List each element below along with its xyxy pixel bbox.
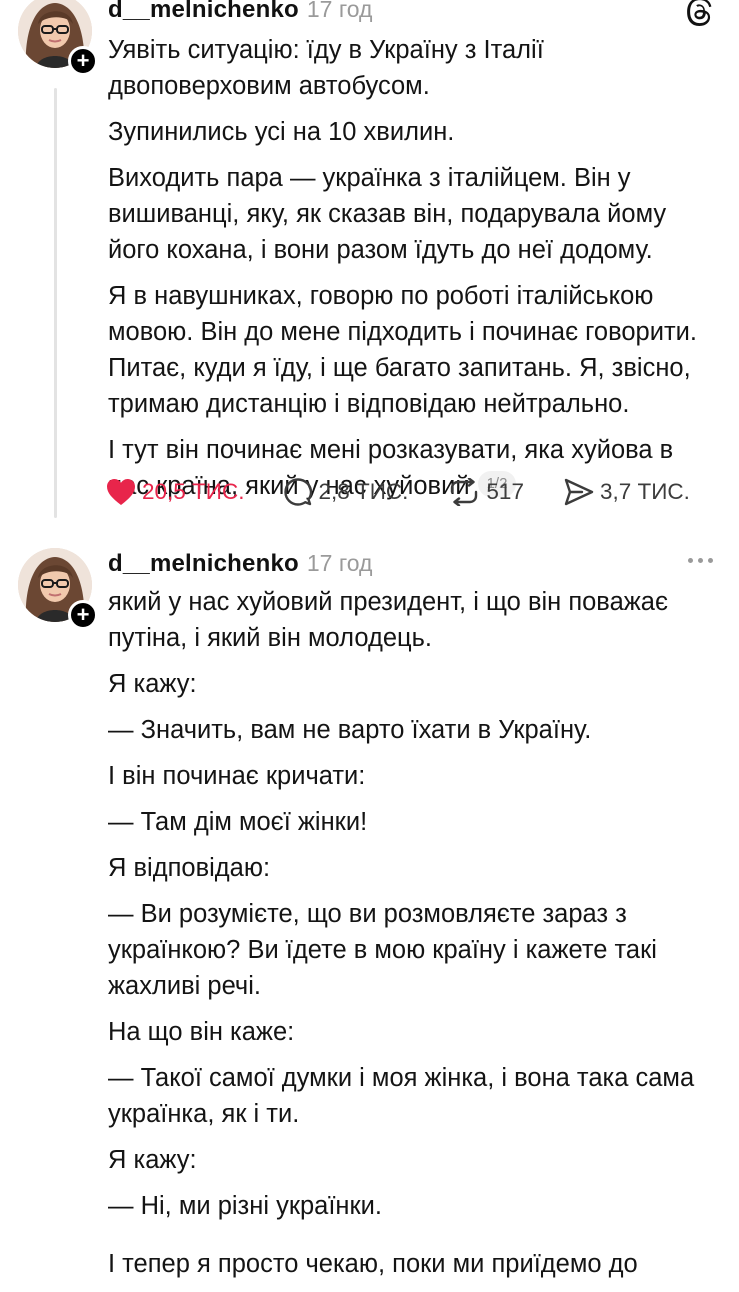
post-time: 17 год: [306, 550, 373, 576]
post-paragraph: На що він каже:: [108, 1018, 295, 1046]
post-paragraph: — Значить, вам не варто їхати в Україну.: [108, 716, 592, 744]
comment-icon: [284, 478, 313, 506]
post-actions: 20,5 ТИС. 2,8 ТИС. 517 3,7 ТИС.: [106, 478, 690, 506]
repost-button[interactable]: 517: [448, 478, 524, 506]
post-paragraph: І він починає кричати:: [108, 762, 366, 790]
post-paragraph: Виходить пара — українка з італійцем. Ві…: [108, 164, 667, 264]
post-paragraph: Я кажу:: [108, 670, 197, 698]
like-count: 20,5 ТИС.: [142, 479, 245, 504]
post-paragraph: — Там дім моєї жінки!: [108, 808, 368, 836]
comment-count: 2,8 ТИС.: [318, 479, 409, 504]
share-button[interactable]: 3,7 ТИС.: [564, 478, 690, 506]
comment-button[interactable]: 2,8 ТИС.: [284, 478, 408, 506]
heart-icon: [107, 479, 135, 505]
repost-count: 517: [486, 479, 524, 504]
follow-plus-icon[interactable]: +: [68, 46, 98, 76]
post-paragraph: — Ні, ми різні українки.: [108, 1192, 382, 1220]
post-paragraph: Уявіть ситуацію: їду в Україну з Італії …: [108, 36, 544, 100]
more-icon[interactable]: [688, 558, 713, 563]
threads-logo-icon[interactable]: [683, 0, 715, 28]
post-paragraph: Я кажу:: [108, 1146, 197, 1174]
like-button[interactable]: 20,5 ТИС.: [106, 478, 244, 506]
post-time: 17 год: [306, 0, 373, 22]
post-paragraph: Я в навушниках, говорю по роботі італійс…: [108, 282, 697, 418]
post-paragraph: Я відповідаю:: [108, 854, 271, 882]
post-paragraph: І тепер я просто чекаю, поки ми приїдемо…: [108, 1250, 638, 1278]
post-paragraph: — Ви розумієте, що ви розмовляєте зараз …: [108, 900, 657, 1000]
repost-icon: [451, 478, 478, 506]
post-paragraph: Зупинились усі на 10 хвилин.: [108, 118, 455, 146]
follow-plus-icon[interactable]: +: [68, 600, 98, 630]
username[interactable]: d__melnichenko: [108, 0, 299, 24]
avatar[interactable]: +: [18, 0, 98, 76]
thread-connector-line: [54, 88, 57, 518]
send-icon: [564, 478, 594, 506]
post-body: який у нас хуйовий президент, і що він п…: [108, 584, 718, 1292]
avatar[interactable]: +: [18, 548, 98, 630]
post-paragraph: — Такої самої думки і моя жінка, і вона …: [108, 1064, 695, 1128]
post-paragraph: який у нас хуйовий президент, і що він п…: [108, 588, 669, 652]
username[interactable]: d__melnichenko: [108, 550, 299, 578]
post-header: d__melnichenko 17 год: [108, 550, 372, 578]
post-body: Уявіть ситуацію: їду в Україну з Італії …: [108, 32, 718, 514]
share-count: 3,7 ТИС.: [599, 479, 690, 504]
post-header: d__melnichenko 17 год: [108, 0, 372, 24]
